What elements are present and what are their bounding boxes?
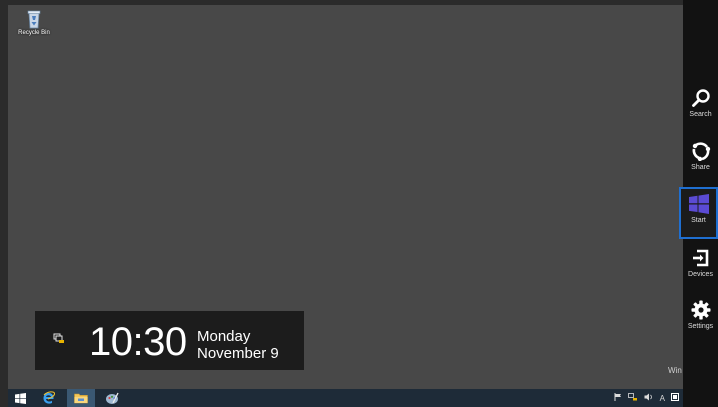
gear-icon <box>691 300 710 320</box>
charm-settings[interactable]: Settings <box>683 292 718 342</box>
paint-icon <box>106 392 119 404</box>
devices-icon <box>692 249 708 267</box>
input-indicator[interactable]: A <box>660 394 665 403</box>
start-button-icon <box>14 392 26 404</box>
flag-icon[interactable] <box>614 393 622 403</box>
charm-share[interactable]: Share <box>683 133 718 183</box>
share-icon <box>692 142 710 161</box>
taskbar: A <box>8 389 683 407</box>
desktop-icon-recycle-bin[interactable]: Recycle Bin <box>12 9 56 36</box>
charms-clock-panel: 10:30 Monday November 9 <box>35 311 304 370</box>
charm-label: Settings <box>687 323 714 330</box>
clock-date: November 9 <box>197 345 279 362</box>
charm-start[interactable]: Start <box>679 187 718 239</box>
desktop-icon-label: Recycle Bin <box>18 30 50 36</box>
charm-label: Share <box>691 164 710 171</box>
tray-network-icon[interactable] <box>627 393 638 403</box>
windows-logo-icon <box>688 194 709 214</box>
clock-time: 10:30 <box>89 320 187 364</box>
charm-devices[interactable]: Devices <box>683 240 718 290</box>
charm-label: Start <box>691 217 706 224</box>
volume-icon[interactable] <box>644 393 654 403</box>
system-tray: A <box>614 389 679 407</box>
network-icon <box>53 331 65 349</box>
charms-bar: Search Share Start Devices Settings <box>679 0 718 407</box>
search-icon <box>691 89 710 107</box>
watermark-text: Win <box>668 366 682 375</box>
internet-explorer-icon <box>43 391 55 404</box>
charm-search[interactable]: Search <box>683 80 718 130</box>
recycle-bin-icon <box>27 10 41 29</box>
taskbar-start-button[interactable] <box>10 389 30 407</box>
taskbar-internet-explorer[interactable] <box>38 389 60 407</box>
charm-label: Search <box>689 111 712 118</box>
charm-label: Devices <box>688 271 713 278</box>
action-center-icon[interactable] <box>671 393 679 403</box>
file-explorer-icon <box>74 393 88 404</box>
clock-day: Monday <box>197 328 251 345</box>
taskbar-paint[interactable] <box>100 389 124 407</box>
taskbar-file-explorer[interactable] <box>67 389 95 407</box>
